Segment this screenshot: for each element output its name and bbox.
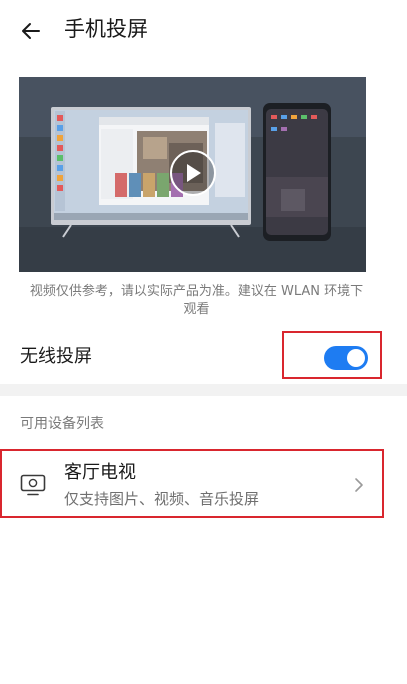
highlight-box-device — [0, 449, 384, 518]
arrow-left-icon — [22, 23, 40, 39]
page-title: 手机投屏 — [64, 17, 148, 41]
video-caption: 视频仅供参考，请以实际产品为准。建议在 WLAN 环境下观看 — [29, 284, 364, 317]
demo-video[interactable] — [19, 77, 366, 272]
play-icon — [187, 164, 201, 182]
title-bar: 手机投屏 — [0, 0, 407, 62]
highlight-box-toggle — [282, 331, 382, 379]
available-devices-heading: 可用设备列表 — [20, 416, 104, 432]
section-divider — [0, 384, 407, 396]
play-button[interactable] — [170, 150, 216, 196]
back-button[interactable] — [14, 14, 48, 48]
wireless-projection-label: 无线投屏 — [20, 346, 92, 367]
